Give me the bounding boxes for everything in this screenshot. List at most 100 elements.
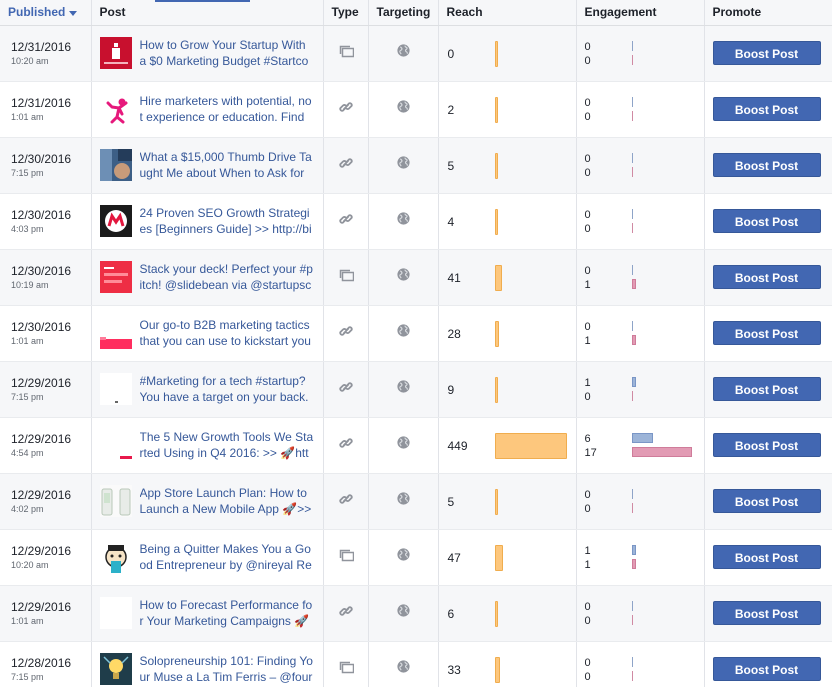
post-cell: #Marketing for a tech #startup? You have…	[91, 361, 324, 418]
table-row[interactable]: 12/29/2016 10:20 am Being a Quitter Make…	[0, 529, 832, 586]
post-thumbnail[interactable]	[99, 37, 132, 69]
boost-post-button[interactable]: Boost Post	[712, 209, 821, 233]
published-time: 1:01 am	[11, 615, 44, 626]
link-icon	[338, 323, 354, 339]
post-link[interactable]: Solopreneurship 101: Finding Your Muse a…	[140, 653, 314, 685]
sort-caret-icon	[69, 10, 78, 16]
posts-table: Published Post Type Targeting Reach Enga…	[0, 0, 832, 687]
reactions-bar	[631, 334, 636, 345]
post-clicks-bar	[631, 152, 633, 163]
column-header-type[interactable]: Type	[323, 0, 369, 26]
post-thumbnail[interactable]	[99, 317, 132, 349]
type-cell	[323, 585, 369, 642]
promote-cell: Boost Post	[704, 81, 832, 138]
globe-icon[interactable]	[396, 324, 410, 337]
post-link[interactable]: The 5 New Growth Tools We Started Using …	[140, 429, 314, 461]
published-time: 10:19 am	[11, 279, 49, 290]
reactions-value: 0	[584, 222, 591, 235]
table-row[interactable]: 12/30/2016 7:15 pm What a $15,000 Thumb …	[0, 137, 832, 194]
post-thumbnail[interactable]	[99, 597, 132, 629]
globe-icon[interactable]	[396, 436, 410, 449]
reach-value: 2	[447, 102, 455, 117]
published-cell: 12/29/2016 10:20 am	[0, 529, 92, 586]
globe-icon[interactable]	[396, 100, 410, 113]
reach-bar	[494, 432, 567, 459]
column-header-engagement[interactable]: Engagement	[576, 0, 705, 26]
globe-icon[interactable]	[396, 492, 410, 505]
post-link[interactable]: Stack your deck! Perfect your #pitch! @s…	[140, 261, 314, 293]
boost-post-button[interactable]: Boost Post	[712, 153, 821, 177]
reach-bar	[494, 152, 498, 179]
table-row[interactable]: 12/29/2016 4:54 pm The 5 New Growth Tool…	[0, 417, 832, 474]
table-row[interactable]: 12/29/2016 7:15 pm #Marketing for a tech…	[0, 361, 832, 418]
column-header-post[interactable]: Post	[91, 0, 324, 26]
photo-icon	[338, 659, 354, 675]
boost-post-button[interactable]: Boost Post	[712, 433, 821, 457]
link-icon	[338, 155, 354, 171]
boost-post-button[interactable]: Boost Post	[712, 41, 821, 65]
boost-post-button[interactable]: Boost Post	[712, 265, 821, 289]
globe-icon[interactable]	[396, 380, 410, 393]
post-thumbnail[interactable]	[99, 429, 132, 461]
table-row[interactable]: 12/29/2016 4:02 pm App Store Launch Plan…	[0, 473, 832, 530]
post-cell: The 5 New Growth Tools We Started Using …	[91, 417, 324, 474]
post-link[interactable]: #Marketing for a tech #startup? You have…	[140, 373, 314, 405]
post-cell: Hire marketers with potential, not exper…	[91, 81, 324, 138]
table-row[interactable]: 12/31/2016 10:20 am How to Grow Your Sta…	[0, 25, 832, 82]
globe-icon[interactable]	[396, 44, 410, 57]
boost-post-button[interactable]: Boost Post	[712, 97, 821, 121]
boost-post-button[interactable]: Boost Post	[712, 489, 821, 513]
boost-post-button[interactable]: Boost Post	[712, 657, 821, 681]
globe-icon[interactable]	[396, 156, 410, 169]
post-thumbnail[interactable]	[99, 93, 132, 125]
post-thumbnail[interactable]	[99, 205, 132, 237]
post-cell: 24 Proven SEO Growth Strategies [Beginne…	[91, 193, 324, 250]
column-header-reach[interactable]: Reach	[438, 0, 577, 26]
type-cell	[323, 473, 369, 530]
post-link[interactable]: 24 Proven SEO Growth Strategies [Beginne…	[140, 205, 314, 237]
table-row[interactable]: 12/31/2016 1:01 am Hire marketers with p…	[0, 81, 832, 138]
post-clicks-value: 0	[584, 40, 591, 53]
post-thumbnail[interactable]	[99, 541, 132, 573]
globe-icon[interactable]	[396, 604, 410, 617]
type-cell	[323, 25, 369, 82]
globe-icon[interactable]	[396, 268, 410, 281]
table-row[interactable]: 12/30/2016 10:19 am Stack your deck! Per…	[0, 249, 832, 306]
reactions-bar	[631, 54, 633, 65]
post-link[interactable]: How to Forecast Performance for Your Mar…	[140, 597, 314, 629]
post-thumbnail[interactable]	[99, 149, 132, 181]
boost-post-button[interactable]: Boost Post	[712, 601, 821, 625]
table-row[interactable]: 12/28/2016 7:15 pm Solopreneurship 101: …	[0, 641, 832, 687]
post-link[interactable]: Being a Quitter Makes You a Good Entrepr…	[140, 541, 314, 573]
column-header-published[interactable]: Published	[0, 0, 92, 26]
globe-icon[interactable]	[396, 548, 410, 561]
targeting-cell	[368, 81, 439, 138]
post-link[interactable]: Our go-to B2B marketing tactics that you…	[140, 317, 314, 349]
table-row[interactable]: 12/30/2016 4:03 pm 24 Proven SEO Growth …	[0, 193, 832, 250]
targeting-cell	[368, 585, 439, 642]
boost-post-button[interactable]: Boost Post	[712, 545, 821, 569]
photo-icon	[338, 43, 354, 59]
post-link[interactable]: Hire marketers with potential, not exper…	[140, 93, 314, 125]
post-thumbnail[interactable]	[99, 653, 132, 685]
post-thumbnail[interactable]	[99, 261, 132, 293]
post-link[interactable]: What a $15,000 Thumb Drive Taught Me abo…	[140, 149, 314, 181]
post-link[interactable]: App Store Launch Plan: How to Launch a N…	[140, 485, 314, 517]
published-time: 7:15 pm	[11, 167, 44, 178]
reactions-bar	[631, 614, 633, 625]
published-label: Published	[8, 5, 66, 20]
globe-icon[interactable]	[396, 660, 410, 673]
table-row[interactable]: 12/29/2016 1:01 am How to Forecast Perfo…	[0, 585, 832, 642]
link-icon	[338, 435, 354, 451]
boost-post-button[interactable]: Boost Post	[712, 321, 821, 345]
column-header-targeting[interactable]: Targeting	[368, 0, 439, 26]
table-row[interactable]: 12/30/2016 1:01 am Our go-to B2B marketi…	[0, 305, 832, 362]
column-header-promote[interactable]: Promote	[704, 0, 832, 26]
post-thumbnail[interactable]	[99, 485, 132, 517]
post-link[interactable]: How to Grow Your Startup With a $0 Marke…	[140, 37, 314, 69]
post-thumbnail[interactable]	[99, 373, 132, 405]
promote-cell: Boost Post	[704, 585, 832, 642]
globe-icon[interactable]	[396, 212, 410, 225]
published-cell: 12/28/2016 7:15 pm	[0, 641, 92, 687]
boost-post-button[interactable]: Boost Post	[712, 377, 821, 401]
